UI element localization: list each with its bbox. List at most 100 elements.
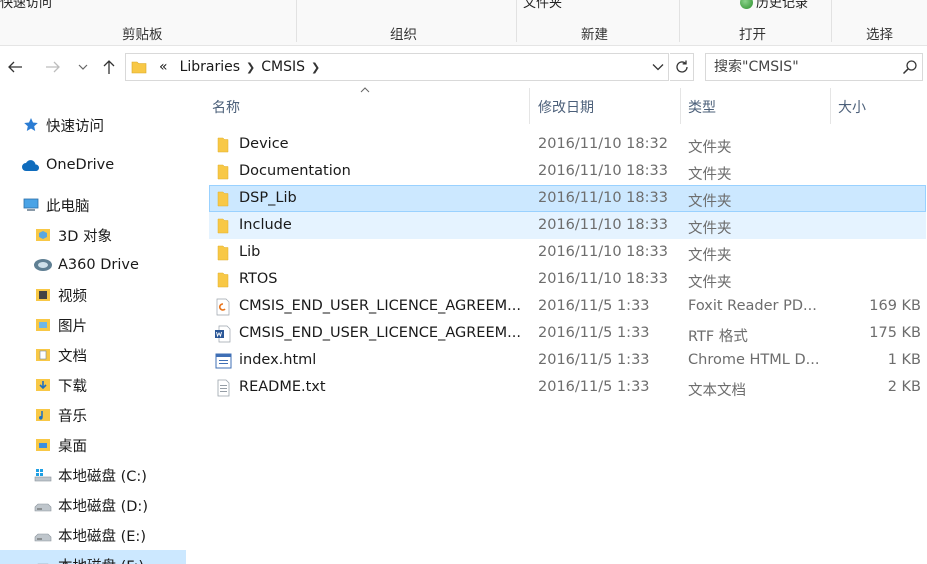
search-input[interactable]: [714, 59, 900, 75]
sidebar-item-label: 桌面: [58, 438, 87, 455]
file-size: 1 KB: [887, 352, 921, 368]
ribbon-quick-access-label[interactable]: 快速访问: [0, 0, 52, 11]
column-divider[interactable]: [830, 88, 831, 124]
breadcrumb-chevron-icon[interactable]: ❯: [311, 61, 320, 74]
sidebar-item-documents[interactable]: 文档: [0, 340, 186, 370]
file-name: CMSIS_END_USER_LICENCE_AGREEM...: [239, 325, 521, 341]
search-icon[interactable]: [902, 59, 918, 75]
sidebar-item-drive-c[interactable]: 本地磁盘 (C:): [0, 460, 186, 490]
sidebar-item-downloads[interactable]: 下载: [0, 370, 186, 400]
sidebar-item-onedrive[interactable]: OneDrive: [0, 150, 186, 180]
file-row-selected[interactable]: DSP_Lib 2016/11/10 18:33 文件夹: [209, 185, 926, 212]
sidebar-item-pictures[interactable]: 图片: [0, 310, 186, 340]
sidebar-item-3d-objects[interactable]: 3D 对象: [0, 220, 186, 250]
column-size[interactable]: 大小: [838, 97, 866, 117]
file-row[interactable]: Device 2016/11/10 18:32 文件夹: [209, 131, 926, 158]
back-button[interactable]: [4, 55, 26, 79]
address-dropdown-button[interactable]: [650, 58, 666, 76]
file-name: DSP_Lib: [239, 190, 297, 206]
drive-icon: [32, 526, 54, 544]
file-row-hovered[interactable]: Include 2016/11/10 18:33 文件夹: [209, 212, 926, 239]
up-arrow-icon: [103, 60, 115, 74]
sidebar-item-desktop[interactable]: 桌面: [0, 430, 186, 460]
file-name: Documentation: [239, 163, 351, 179]
sort-ascending-icon: [360, 87, 370, 93]
file-row[interactable]: index.html 2016/11/5 1:33 Chrome HTML D.…: [209, 347, 926, 374]
search-box[interactable]: [705, 53, 923, 81]
column-divider[interactable]: [680, 88, 681, 124]
column-date[interactable]: 修改日期: [538, 97, 594, 117]
ribbon-group-organize: 组织: [390, 27, 417, 43]
breadcrumb-overflow[interactable]: «: [159, 59, 168, 75]
file-date: 2016/11/5 1:33: [538, 379, 650, 395]
ribbon-separator: [296, 0, 297, 42]
forward-button[interactable]: [42, 55, 64, 79]
sidebar-item-drive-d[interactable]: 本地磁盘 (D:): [0, 490, 186, 520]
sidebar-item-a360-drive[interactable]: A360 Drive: [0, 250, 186, 280]
ribbon-separator: [679, 0, 680, 42]
column-divider[interactable]: [529, 88, 530, 124]
file-row[interactable]: Documentation 2016/11/10 18:33 文件夹: [209, 158, 926, 185]
file-type: 文件夹: [688, 194, 732, 210]
breadcrumb-cmsis[interactable]: CMSIS: [261, 59, 305, 75]
breadcrumb-libraries[interactable]: Libraries: [180, 59, 240, 75]
pictures-folder-icon: [32, 316, 54, 334]
sidebar-item-drive-e[interactable]: 本地磁盘 (E:): [0, 520, 186, 550]
address-bar[interactable]: « Libraries ❯ CMSIS ❯: [125, 53, 669, 81]
sidebar-item-music[interactable]: 音乐: [0, 400, 186, 430]
3d-objects-icon: [32, 226, 54, 244]
refresh-icon: [675, 60, 688, 73]
folder-icon: [217, 272, 229, 288]
file-type: 文件夹: [688, 248, 732, 264]
file-date: 2016/11/10 18:33: [538, 244, 668, 260]
forward-arrow-icon: [46, 61, 60, 73]
file-row[interactable]: Lib 2016/11/10 18:33 文件夹: [209, 239, 926, 266]
file-date: 2016/11/10 18:32: [538, 136, 668, 152]
ribbon-separator: [516, 0, 517, 42]
file-date: 2016/11/10 18:33: [538, 271, 668, 287]
ribbon-new-folder-label[interactable]: 文件夹: [523, 0, 562, 11]
file-row[interactable]: README.txt 2016/11/5 1:33 文本文档 2 KB: [209, 374, 926, 401]
sidebar-item-this-pc[interactable]: 此电脑: [0, 190, 186, 220]
file-list: 名称 修改日期 类型 大小 Device 2016/11/10 18:32 文件…: [200, 84, 927, 564]
documents-folder-icon: [32, 346, 54, 364]
folder-icon: [217, 218, 229, 234]
desktop-folder-icon: [32, 436, 54, 454]
file-row[interactable]: CMSIS_END_USER_LICENCE_AGREEM... 2016/11…: [209, 320, 926, 347]
back-arrow-icon: [8, 61, 22, 73]
file-name: Include: [239, 217, 292, 233]
file-row[interactable]: CMSIS_END_USER_LICENCE_AGREEM... 2016/11…: [209, 293, 926, 320]
sidebar-item-label: 本地磁盘 (D:): [58, 498, 148, 515]
ribbon-group-open: 打开: [739, 27, 766, 43]
refresh-button[interactable]: [670, 53, 694, 81]
computer-icon: [20, 196, 42, 214]
file-date: 2016/11/5 1:33: [538, 325, 650, 341]
breadcrumb-chevron-icon[interactable]: ❯: [246, 61, 255, 74]
ribbon-history-button[interactable]: 历史记录: [740, 0, 808, 11]
sidebar-item-label: 文档: [58, 348, 87, 365]
sidebar-item-videos[interactable]: 视频: [0, 280, 186, 310]
ribbon-group-clipboard: 剪贴板: [122, 27, 163, 43]
ribbon: 快速访问 文件夹 历史记录 剪贴板 组织 新建 打开 选择: [0, 0, 927, 46]
file-name: RTOS: [239, 271, 278, 287]
pdf-file-icon: [216, 298, 230, 316]
sidebar-item-drive-f[interactable]: 本地磁盘 (F:): [0, 550, 186, 564]
file-size: 169 KB: [869, 298, 921, 314]
column-name[interactable]: 名称: [212, 97, 240, 117]
file-row[interactable]: RTOS 2016/11/10 18:33 文件夹: [209, 266, 926, 293]
column-type[interactable]: 类型: [688, 97, 716, 117]
sidebar-item-label: 视频: [58, 288, 87, 305]
recent-locations-button[interactable]: [72, 55, 94, 79]
sidebar-item-quick-access[interactable]: 快速访问: [0, 110, 186, 140]
sidebar-item-label: OneDrive: [46, 157, 115, 173]
drive-icon: [32, 496, 54, 514]
file-type: 文件夹: [688, 167, 732, 183]
up-button[interactable]: [98, 55, 120, 79]
ribbon-history-label: 历史记录: [756, 0, 809, 11]
folder-icon: [217, 191, 229, 207]
drive-icon: [32, 556, 54, 564]
chevron-down-icon: [652, 64, 664, 71]
ribbon-group-new: 新建: [581, 27, 608, 43]
sidebar-item-label: 本地磁盘 (F:): [58, 555, 144, 564]
sidebar-item-label: 3D 对象: [58, 228, 112, 245]
